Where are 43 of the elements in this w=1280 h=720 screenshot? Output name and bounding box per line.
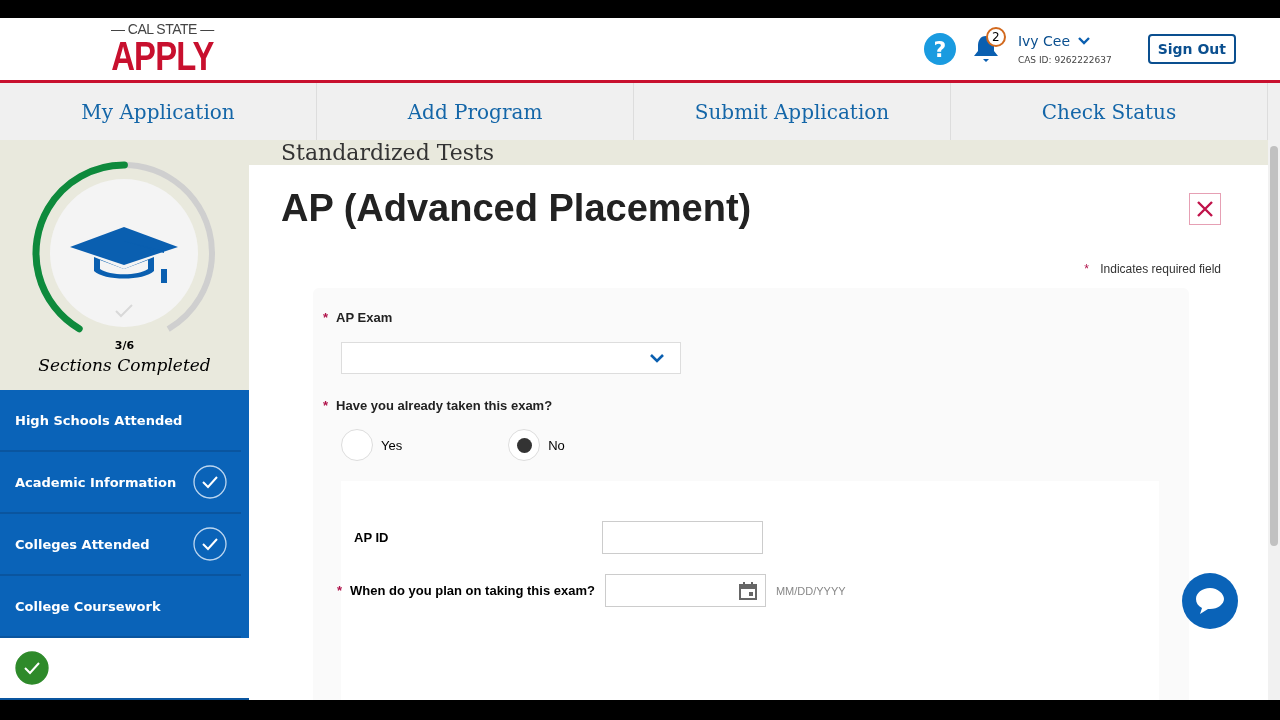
progress-caption: Sections Completed	[38, 355, 211, 375]
radio-button[interactable]	[341, 429, 373, 461]
calendar-icon	[738, 581, 757, 600]
field-label: AP Exam	[336, 310, 393, 325]
field-label: AP ID	[354, 530, 389, 545]
speech-bubble-icon	[1193, 585, 1227, 617]
required-mark: *	[337, 583, 343, 598]
sidebar-item[interactable]	[0, 638, 249, 700]
field-label: When do you plan on taking this exam?	[350, 583, 595, 598]
chevron-icon	[1078, 37, 1091, 45]
sidebar-item-label: College Coursework	[15, 598, 161, 614]
date-format-hint: MM/DD/YYYY	[775, 584, 846, 597]
required-note: * Indicates required field	[1084, 262, 1221, 276]
sidebar-item-label: Academic Information	[15, 474, 177, 490]
date-field[interactable]	[604, 574, 766, 607]
check-icon	[115, 304, 133, 318]
close-icon	[1196, 199, 1214, 218]
chat-button[interactable]	[1182, 573, 1238, 629]
notification-count: 2	[985, 27, 1006, 47]
chevron-icon	[650, 353, 664, 363]
sidebar-item[interactable]: High Schools Attended	[0, 390, 241, 452]
close-button[interactable]	[1189, 192, 1221, 225]
cas-id: CAS ID: 9262222637	[1017, 55, 1112, 65]
required-mark: *	[323, 398, 329, 413]
radio-label: Yes	[381, 437, 403, 453]
graduation-cap-icon	[70, 227, 178, 285]
sidebar-item-label: Colleges Attended	[15, 536, 150, 552]
sidebar-item[interactable]: Academic Information	[0, 452, 241, 514]
radio-button[interactable]	[508, 429, 541, 461]
sidebar-item[interactable]: Colleges Attended	[0, 514, 241, 576]
ap-id-field[interactable]	[602, 521, 763, 554]
help-icon[interactable]: ?	[923, 33, 956, 65]
sidebar-item-label: High Schools Attended	[15, 412, 183, 428]
scrollbar[interactable]	[1270, 146, 1278, 546]
radio-label: No	[548, 437, 565, 453]
cal-state-apply-logo[interactable]: — CAL STATE — APPLY	[100, 22, 225, 76]
user-menu[interactable]: Ivy Cee	[1017, 33, 1112, 49]
progress-count: 3/6	[114, 339, 135, 352]
required-mark: *	[323, 310, 329, 325]
section-title: Standardized Tests	[281, 140, 495, 165]
field-label: Have you already taken this exam?	[336, 398, 553, 413]
form-title: AP (Advanced Placement)	[281, 187, 752, 230]
sign-out-button[interactable]: Sign Out	[1147, 34, 1236, 64]
